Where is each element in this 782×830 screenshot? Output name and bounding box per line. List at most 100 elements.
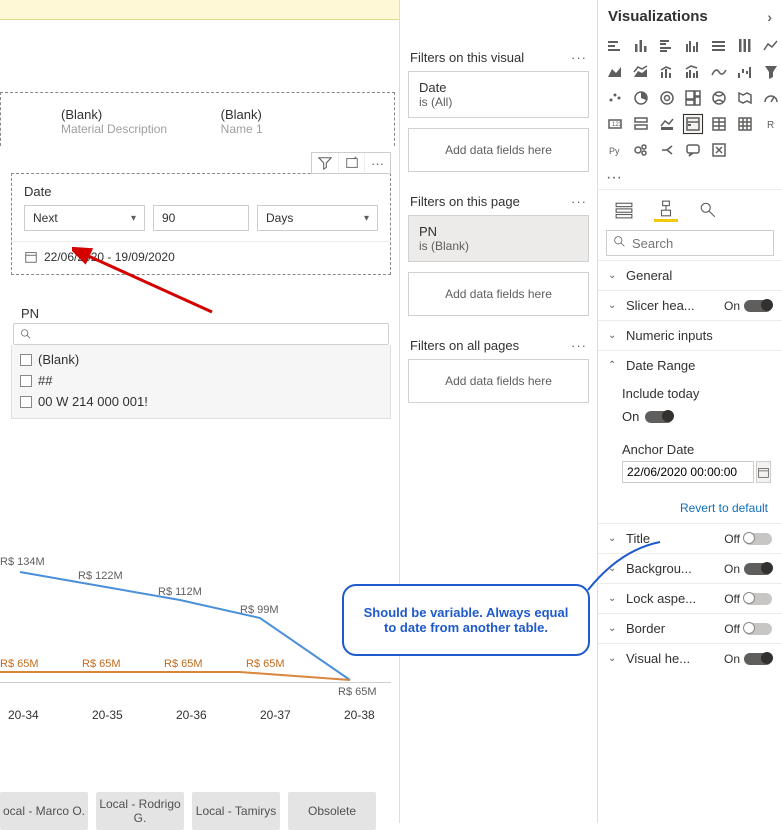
waterfall-icon[interactable] <box>734 61 756 83</box>
pn-slicer[interactable]: PN (Blank) ## 00 W 214 000 001! <box>11 298 391 419</box>
map-icon[interactable] <box>708 87 730 109</box>
donut-icon[interactable] <box>656 87 678 109</box>
slicer-icon[interactable] <box>682 113 704 135</box>
clustered-bar-icon[interactable] <box>656 35 678 57</box>
format-section-general[interactable]: ⌄ General <box>598 260 782 290</box>
date-slicer[interactable]: ··· Date Next ▾ 90 Days ▾ 22/06/2020 - 1… <box>11 173 391 275</box>
toggle-label: On <box>622 409 639 424</box>
checkbox[interactable] <box>20 396 32 408</box>
filter-button[interactable]: Local - Rodrigo G. <box>96 792 184 830</box>
revert-to-default-link[interactable]: Revert to default <box>598 493 782 523</box>
kpi-icon[interactable] <box>656 113 678 135</box>
format-section-border[interactable]: ⌄ Border Off <box>598 613 782 643</box>
list-item[interactable]: (Blank) <box>20 349 382 370</box>
include-today-toggle[interactable]: On <box>622 405 770 428</box>
anchor-date-input[interactable] <box>622 461 754 483</box>
unit-select[interactable]: Days ▾ <box>257 205 378 231</box>
filter-dropzone[interactable]: Add data fields here <box>408 359 589 403</box>
more-options-icon[interactable]: ··· <box>571 50 587 65</box>
more-visuals-icon[interactable]: ··· <box>598 167 782 189</box>
more-options-icon[interactable]: ··· <box>571 194 587 209</box>
table-icon[interactable] <box>708 113 730 135</box>
fields-tab-icon[interactable] <box>612 198 636 222</box>
count-input[interactable]: 90 <box>153 205 249 231</box>
multirow-card-icon[interactable] <box>630 113 652 135</box>
format-section-visual-header[interactable]: ⌄ Visual he... On <box>598 643 782 673</box>
custom-visual-icon[interactable] <box>708 139 730 161</box>
chevron-right-icon[interactable]: › <box>767 9 772 25</box>
stacked-column-icon[interactable] <box>630 35 652 57</box>
more-options-icon[interactable]: ··· <box>571 338 587 353</box>
line-chart-icon[interactable] <box>760 35 782 57</box>
data-label: R$ 65M <box>0 658 39 670</box>
date-range-display: 22/06/2020 - 19/09/2020 <box>12 241 390 274</box>
toggle-switch[interactable]: On <box>724 299 772 313</box>
list-item[interactable]: ## <box>20 370 382 391</box>
format-tab-icon[interactable] <box>654 198 678 222</box>
line-column-icon[interactable] <box>656 61 678 83</box>
toggle-switch[interactable]: Off <box>724 592 772 606</box>
list-item[interactable]: 00 W 214 000 001! <box>20 391 382 412</box>
format-section-background[interactable]: ⌄ Backgrou... On <box>598 553 782 583</box>
list-item-label: 00 W 214 000 001! <box>38 394 148 409</box>
decomposition-icon[interactable] <box>656 139 678 161</box>
matrix-icon[interactable] <box>734 113 756 135</box>
format-section-date-range[interactable]: ⌃ Date Range <box>598 350 782 380</box>
format-search-input[interactable] <box>632 236 767 251</box>
r-visual-icon[interactable]: R <box>760 113 782 135</box>
analytics-tab-icon[interactable] <box>696 198 720 222</box>
python-visual-icon[interactable]: Py <box>604 139 626 161</box>
focus-mode-icon[interactable] <box>338 153 364 173</box>
qa-visual-icon[interactable] <box>682 139 704 161</box>
gauge-icon[interactable] <box>760 87 782 109</box>
checkbox[interactable] <box>20 375 32 387</box>
calendar-picker-icon[interactable] <box>756 461 771 483</box>
format-section-lock-aspect[interactable]: ⌄ Lock aspe... Off <box>598 583 782 613</box>
funnel-icon[interactable] <box>760 61 782 83</box>
format-section-numeric[interactable]: ⌄ Numeric inputs <box>598 320 782 350</box>
relative-select[interactable]: Next ▾ <box>24 205 145 231</box>
filter-button[interactable]: Local - Tamirys <box>192 792 280 830</box>
more-options-icon[interactable]: ··· <box>364 153 390 173</box>
filter-field-value: is (All) <box>419 95 578 109</box>
stacked-bar-icon[interactable] <box>604 35 626 57</box>
key-influencers-icon[interactable] <box>630 139 652 161</box>
format-section-slicer-header[interactable]: ⌄ Slicer hea... On <box>598 290 782 320</box>
table-visual-header[interactable]: (Blank) Material Description (Blank) Nam… <box>0 92 395 146</box>
scatter-icon[interactable] <box>604 87 626 109</box>
filled-map-icon[interactable] <box>734 87 756 109</box>
format-section-title[interactable]: ⌄ Title Off <box>598 523 782 553</box>
stacked-area-icon[interactable] <box>630 61 652 83</box>
filter-dropzone[interactable]: Add data fields here <box>408 272 589 316</box>
hundred-bar-icon[interactable] <box>708 35 730 57</box>
slicer-search-input[interactable] <box>35 327 382 341</box>
filter-field-name: PN <box>419 224 578 239</box>
line-clustered-icon[interactable] <box>682 61 704 83</box>
hundred-column-icon[interactable] <box>734 35 756 57</box>
toggle-switch[interactable]: On <box>724 562 772 576</box>
line-chart[interactable]: R$ 134M R$ 122M R$ 112M R$ 99M R$ 65M R$… <box>0 552 399 722</box>
slicer-search[interactable] <box>13 323 389 345</box>
toggle-switch[interactable]: Off <box>724 532 772 546</box>
toggle-switch[interactable]: On <box>724 652 772 666</box>
chevron-down-icon: ⌄ <box>608 563 620 574</box>
column-subheader: Name 1 <box>221 122 263 136</box>
toggle-switch[interactable]: Off <box>724 622 772 636</box>
category-label: 20-36 <box>176 708 207 722</box>
ribbon-chart-icon[interactable] <box>708 61 730 83</box>
filter-card[interactable]: PN is (Blank) <box>408 215 589 262</box>
clustered-column-icon[interactable] <box>682 35 704 57</box>
card-icon[interactable]: 123 <box>604 113 626 135</box>
format-search[interactable] <box>606 230 774 256</box>
filter-dropzone[interactable]: Add data fields here <box>408 128 589 172</box>
filter-button[interactable]: ocal - Marco O. <box>0 792 88 830</box>
filter-icon[interactable] <box>312 153 338 173</box>
section-label: Visual he... <box>626 651 718 666</box>
filter-card[interactable]: Date is (All) <box>408 71 589 118</box>
pie-icon[interactable] <box>630 87 652 109</box>
area-chart-icon[interactable] <box>604 61 626 83</box>
section-label: Numeric inputs <box>626 328 772 343</box>
filter-button[interactable]: Obsolete <box>288 792 376 830</box>
treemap-icon[interactable] <box>682 87 704 109</box>
checkbox[interactable] <box>20 354 32 366</box>
